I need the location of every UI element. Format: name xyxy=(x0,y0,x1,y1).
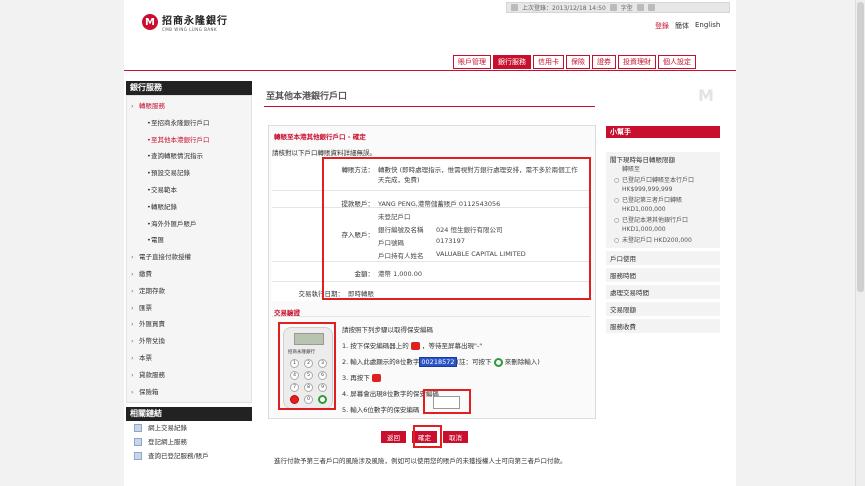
sidebar-item-to-cmbwl[interactable]: 至招商永隆銀行戶口 xyxy=(127,115,251,132)
limit-item: 已登記本港其他銀行戶口 HKD1,000,000 xyxy=(610,215,716,235)
helper-link-transaction-limits[interactable]: 交易限額 xyxy=(606,302,720,317)
bank-logo[interactable]: M 招商永隆銀行 CMB WING LUNG BANK xyxy=(142,12,228,32)
helper-title: 小幫手 xyxy=(606,126,720,138)
sidebar-title: 銀行服務 xyxy=(126,81,252,95)
home-icon[interactable] xyxy=(511,4,518,11)
sidebar-item-edda[interactable]: 電子直接付款授權 xyxy=(127,249,251,266)
tab-banking-services[interactable]: 銀行服務 xyxy=(493,55,531,69)
highlight-confirm-button xyxy=(413,425,442,448)
page-title: 至其他本港銀行戶口 xyxy=(266,92,348,102)
top-utility-bar: 上次登錄：2013/12/18 14:50 字型 xyxy=(506,2,730,13)
sidebar-menu: 轉賬服務 至招商永隆銀行戶口 至其他本港銀行戶口 查詢轉賬情況指示 預設交易記錄… xyxy=(126,95,252,404)
related-link-label: 查詢已登記服務/賬戶 xyxy=(148,452,209,461)
title-divider xyxy=(264,106,595,107)
font-size-icon[interactable] xyxy=(609,4,617,11)
instr-step-1: 1. 按下保安編碼器上的 ，等待至屏幕出現"-" xyxy=(342,338,592,354)
sidebar-item-transfer[interactable]: 轉賬服務 xyxy=(127,98,251,115)
logo-english-name: CMB WING LUNG BANK xyxy=(162,27,218,32)
sidebar-item-fx-exchange[interactable]: 外幣兌換 xyxy=(127,333,251,350)
sidebar-item-cashier-order[interactable]: 本票 xyxy=(127,350,251,367)
mail-icon[interactable] xyxy=(647,4,655,11)
sidebar-item-draft[interactable]: 匯票 xyxy=(127,300,251,317)
red-button-icon xyxy=(371,374,381,382)
sidebar-item-overseas[interactable]: 海外外匯戶賬戶 xyxy=(127,216,251,233)
scrollbar-thumb[interactable] xyxy=(857,2,864,292)
print-icon[interactable] xyxy=(636,4,644,11)
helper-link-service-charges[interactable]: 服務收費 xyxy=(606,319,720,334)
helper-link-processing-time[interactable]: 處理交易時間 xyxy=(606,285,720,300)
instr-step-2-text: 2. 輸入此處顯示的8位數字 xyxy=(342,358,420,366)
tab-investment[interactable]: 投資理財 xyxy=(618,55,656,69)
last-login-text: 上次登錄：2013/12/18 14:50 xyxy=(522,5,606,12)
sidebar-item-query-instructions[interactable]: 查詢轉賬情況指示 xyxy=(127,148,251,165)
document-icon xyxy=(134,438,142,447)
main-nav: 賬戶管理 銀行服務 信用卡 保險 證券 投資理財 個人設定 xyxy=(453,55,696,69)
sidebar-item-records[interactable]: 轉賬紀錄 xyxy=(127,199,251,216)
logo-chinese-name: 招商永隆銀行 xyxy=(162,16,228,27)
back-button[interactable]: 返回 xyxy=(381,431,406,443)
instr-step-1-text: 1. 按下保安編碼器上的 xyxy=(342,342,409,350)
red-button-icon xyxy=(410,342,420,350)
nav-divider xyxy=(124,70,736,71)
confirmation-subtitle: 請核對以下戶口轉賬資料詳細無誤。 xyxy=(272,149,376,157)
limit-item: 轉賬至 xyxy=(622,166,641,173)
auth-section-divider xyxy=(272,316,590,317)
related-link-label: 登記網上服務 xyxy=(148,438,187,447)
sidebar-item-to-other-local-bank[interactable]: 至其他本港銀行戶口 xyxy=(127,132,251,149)
highlight-transfer-details xyxy=(322,157,591,300)
instr-title: 請按照下列步驟以取得保安編碼 xyxy=(342,326,433,334)
limit-item: 未登記戶口 HKD200,000 xyxy=(610,235,716,246)
instr-step-2: 2. 輸入此處顯示的8位數字 00218572 (註：可按下 來刪除輸入) xyxy=(342,354,592,370)
sidebar-item-loans[interactable]: 貸款服務 xyxy=(127,367,251,384)
related-link-transaction-records[interactable]: 網上交易紀錄 xyxy=(126,421,252,435)
tab-account-management[interactable]: 賬戶管理 xyxy=(453,55,491,69)
top-links: 登錄 簡体 English xyxy=(655,21,720,31)
search-icon xyxy=(134,452,142,461)
sidebar-item-scheduled[interactable]: 預設交易記錄 xyxy=(127,165,251,182)
tab-credit-card[interactable]: 信用卡 xyxy=(533,55,564,69)
sidebar-item-bill-payment[interactable]: 繳費 xyxy=(127,266,251,283)
cancel-button[interactable]: 取消 xyxy=(443,431,468,443)
limit-item: 已登記戶口轉賬至本行戶口 HK$999,999,999 xyxy=(610,175,716,195)
related-link-register-service[interactable]: 登記網上服務 xyxy=(126,435,252,449)
helper-link-account-usage[interactable]: 戶口使用 xyxy=(606,251,720,266)
risk-notice: 進行付款予第三者戶口的風險涉及風險，例如可以使用您的賬戶的未獲授權人士可向第三者… xyxy=(274,457,567,465)
challenge-code: 00218572 xyxy=(419,357,457,367)
logo-mark-icon: M xyxy=(142,14,158,30)
instr-step-3: 3. 再按下 xyxy=(342,370,592,386)
highlight-token xyxy=(278,322,336,410)
document-icon xyxy=(134,424,142,433)
instr-step-3-text: 3. 再按下 xyxy=(342,374,370,382)
sidebar-item-safe-box[interactable]: 保險箱 xyxy=(127,384,251,401)
daily-limit-section: 閣下現時每日轉賬限額 轉賬至 已登記戶口轉賬至本行戶口 HK$999,999,9… xyxy=(606,152,720,249)
related-link-query-registered[interactable]: 查詢已登記服務/賬戶 xyxy=(126,449,252,463)
tab-personal-settings[interactable]: 個人設定 xyxy=(658,55,696,69)
sidebar-item-telegraphic[interactable]: 電匯 xyxy=(127,232,251,249)
sidebar-item-fx-trading[interactable]: 外匯買賣 xyxy=(127,316,251,333)
sidebar-item-templates[interactable]: 交易範本 xyxy=(127,182,251,199)
tab-securities[interactable]: 證券 xyxy=(592,55,616,69)
helper-panel: 小幫手 閣下現時每日轉賬限額 轉賬至 已登記戶口轉賬至本行戶口 HK$999,9… xyxy=(606,126,720,334)
instr-step-2-tail: 來刪除輸入) xyxy=(504,358,540,366)
instr-step-2-note: (註：可按下 xyxy=(456,358,492,366)
daily-limit-title: 閣下現時每日轉賬限額 xyxy=(610,156,675,164)
highlight-security-code xyxy=(423,389,471,414)
instr-step-1-tail: ，等待至屏幕出現"-" xyxy=(421,342,483,350)
confirmation-title: 轉賬至本港其他銀行戶口 - 確定 xyxy=(274,133,366,141)
related-links-title: 相關鏈結 xyxy=(126,407,252,422)
sidebar-item-time-deposit[interactable]: 定期存款 xyxy=(127,283,251,300)
simplified-chinese-link[interactable]: 簡体 xyxy=(675,21,689,31)
decorative-logo-watermark: M xyxy=(698,86,714,105)
english-link[interactable]: English xyxy=(695,21,720,31)
related-link-label: 網上交易紀錄 xyxy=(148,424,187,433)
helper-link-service-hours[interactable]: 服務時間 xyxy=(606,268,720,283)
logout-link[interactable]: 登錄 xyxy=(655,21,669,31)
scrollbar[interactable] xyxy=(855,0,865,486)
green-button-icon xyxy=(493,357,503,367)
sidebar: 銀行服務 轉賬服務 至招商永隆銀行戶口 至其他本港銀行戶口 查詢轉賬情況指示 預… xyxy=(126,81,252,463)
limit-item: 已登記第三者戶口轉賬 HKD1,000,000 xyxy=(610,195,716,215)
font-size-label[interactable]: 字型 xyxy=(621,3,633,12)
tab-insurance[interactable]: 保險 xyxy=(566,55,590,69)
